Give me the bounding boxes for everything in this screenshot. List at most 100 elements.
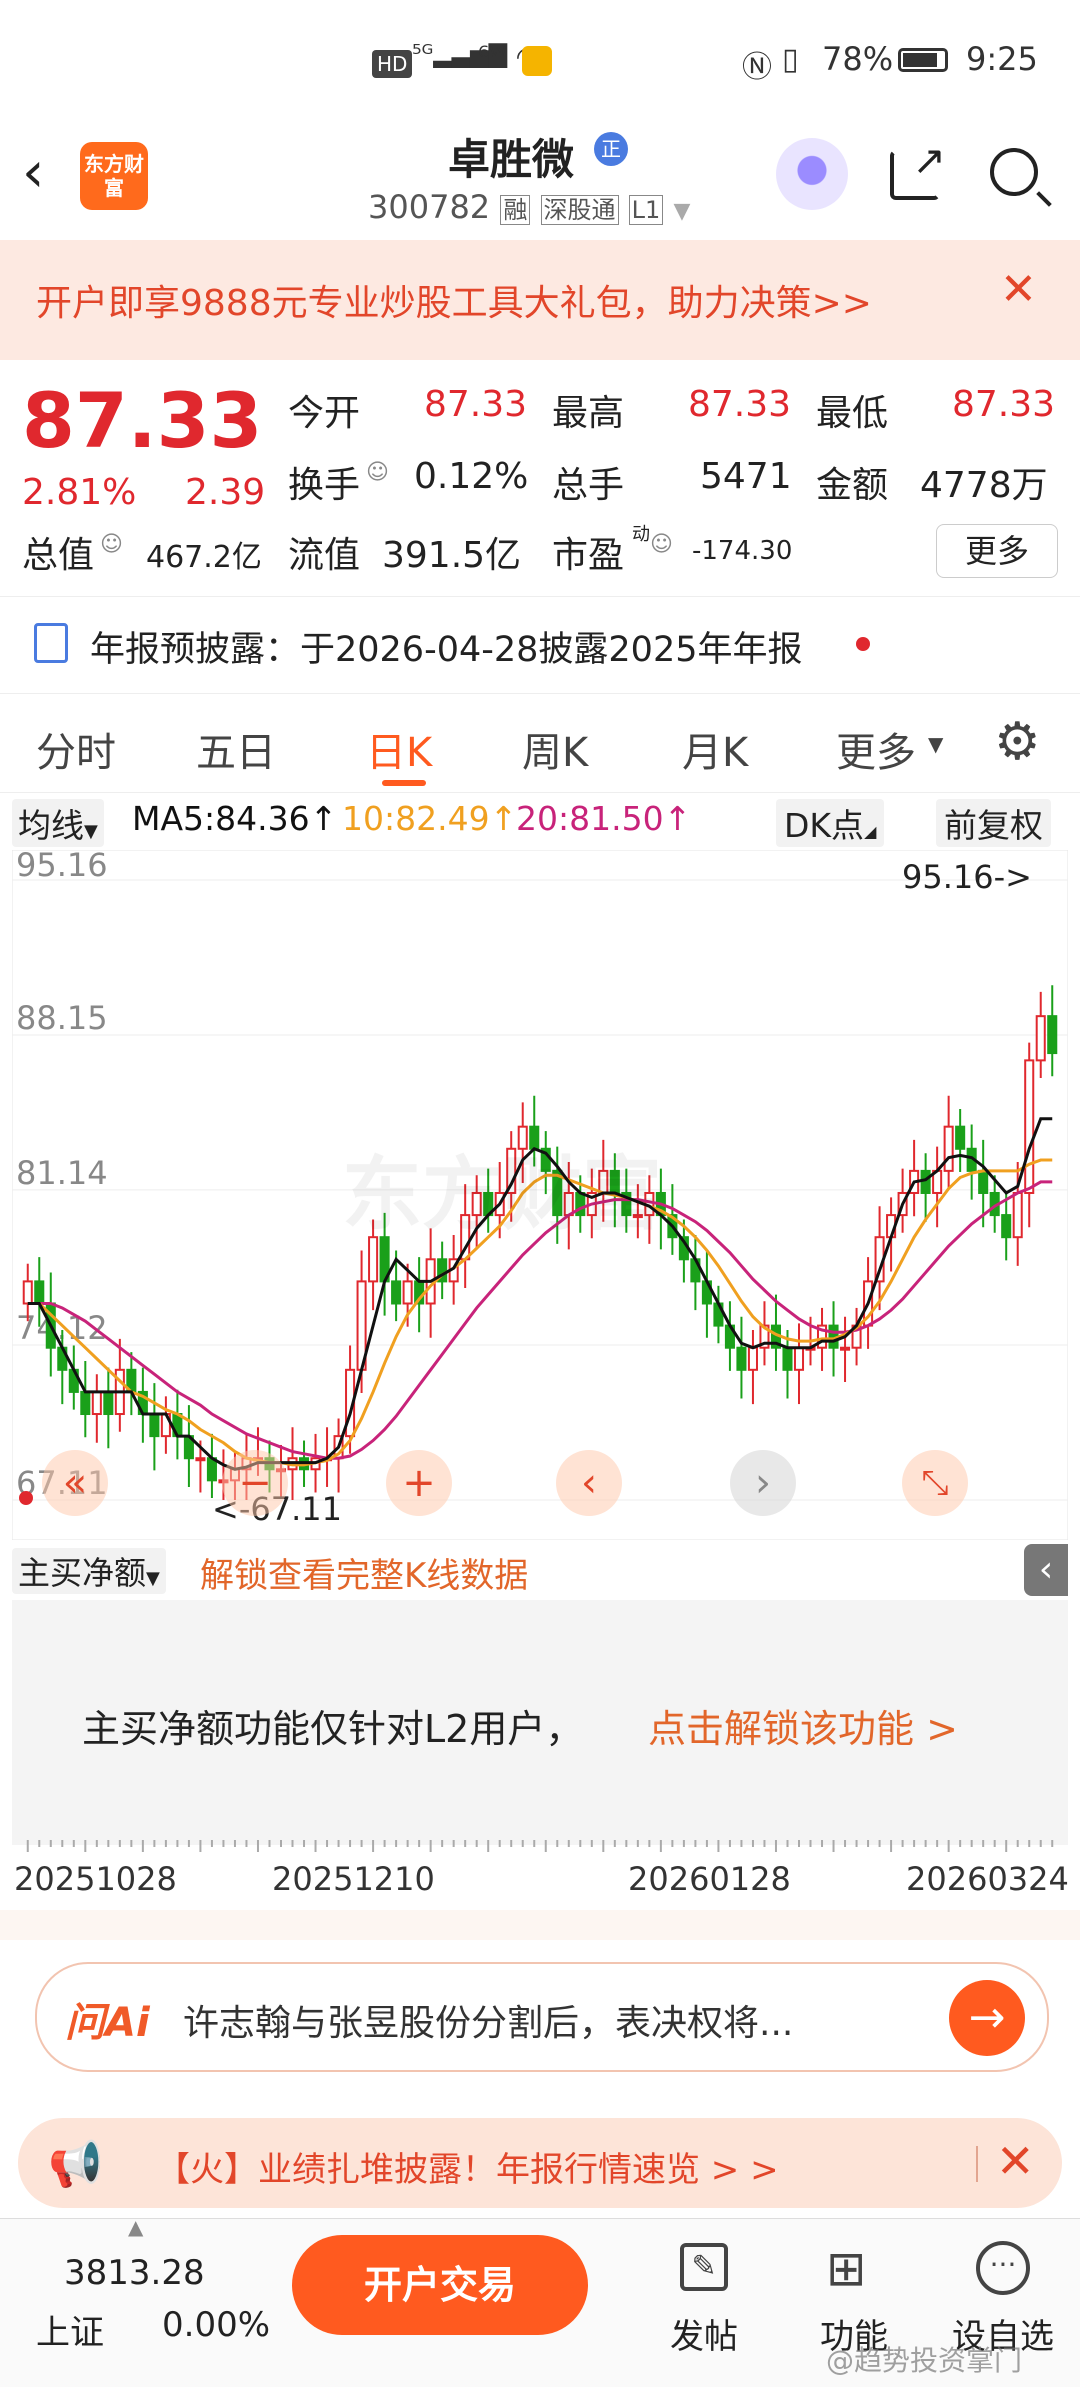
tab-zhouk[interactable]: 周K [522, 720, 588, 778]
candle-body [80, 1390, 91, 1416]
sub-indicator-bar: 主买净额▼ 解锁查看完整K线数据 ‹ [0, 1540, 1080, 1600]
close-icon[interactable]: ✕ [996, 2134, 1035, 2188]
tag-rong: 融 [500, 195, 531, 225]
back-icon[interactable]: ‹ [22, 140, 44, 205]
sub-selector[interactable]: 主买净额▼ [12, 1548, 166, 1594]
app-logo[interactable]: 东方财富 [80, 142, 148, 210]
megaphone-icon: 📢 [48, 2139, 103, 2190]
expand-up-icon[interactable]: ▲ [128, 2215, 143, 2239]
index-change[interactable]: 0.00% [162, 2305, 270, 2345]
bottom-bar: ▲ 3813.28 上证 0.00% 开户交易 ✎ 发帖 ⊞ 功能 ··· 设自… [0, 2215, 1080, 2387]
change-amt: 2.39 [185, 472, 266, 513]
info-icon[interactable]: ☺ [100, 532, 123, 557]
ma-selector[interactable]: 均线▼ [12, 799, 104, 847]
tab-wuri[interactable]: 五日 [196, 720, 276, 778]
gear-icon[interactable]: ⚙ [994, 712, 1041, 772]
float-label: 流值 [288, 535, 361, 576]
info-icon[interactable]: ☺ [650, 532, 673, 557]
grid-icon[interactable]: ⊞ [826, 2241, 866, 2297]
search-icon[interactable] [990, 148, 1052, 207]
tab-rik[interactable]: 日K [366, 720, 432, 778]
candle-body [793, 1346, 805, 1371]
lock-text: 主买净额功能仅针对L2用户， [82, 1707, 584, 1751]
more-button[interactable]: 更多 [936, 524, 1058, 578]
report-notice[interactable]: 年报预披露：于2026-04-28披露2025年年报 [0, 596, 1080, 694]
chevron-down-icon[interactable]: ▼ [673, 199, 690, 224]
notice-text[interactable]: 年报预披露：于2026-04-28披露2025年年报 [90, 621, 802, 672]
mcap-label: 总值 [22, 535, 95, 576]
left-icon[interactable]: ‹ [556, 1450, 622, 1516]
robot-avatar-icon[interactable] [776, 138, 848, 210]
plus-icon[interactable]: + [386, 1450, 452, 1516]
close-icon[interactable]: ✕ [1000, 264, 1037, 315]
candle-body [149, 1413, 160, 1438]
period-tabs: 分时 五日 日K 周K 月K 更多 ▼ ⚙ [0, 692, 1080, 793]
candle-body [34, 1280, 45, 1305]
candle-body [747, 1346, 758, 1371]
post-label[interactable]: 发帖 [670, 2309, 738, 2358]
info-icon[interactable]: ☺ [366, 460, 389, 485]
candle-body [402, 1280, 413, 1305]
date-tick: 20260324 [906, 1860, 1069, 1898]
stock-header: ‹ 东方财富 卓胜微 正 300782 融 深股通 L1 ▼ ↗ [0, 110, 1080, 240]
restore-button[interactable]: 前复权 [936, 799, 1051, 847]
candle-body [103, 1390, 114, 1416]
index-value[interactable]: 3813.28 [64, 2253, 205, 2293]
triangle-down-icon: ▼ [928, 732, 944, 756]
arrow-right-icon[interactable]: → [949, 1980, 1025, 2056]
watermark: 东方财富 [342, 1148, 662, 1241]
candle-body [920, 1169, 931, 1194]
hot-news-bar[interactable]: 📢 【火】业绩扎堆披露！年报行情速览 > > ✕ [18, 2118, 1062, 2208]
sub-selector-label[interactable]: 主买净额 [18, 1554, 146, 1592]
index-name[interactable]: 上证 [36, 2305, 104, 2354]
active-tab-indicator [382, 780, 426, 786]
double-left-icon[interactable]: « [42, 1450, 108, 1516]
section-divider [0, 1910, 1080, 1940]
unlock-link[interactable]: 解锁查看完整K线数据 [200, 1548, 528, 1597]
minus-icon[interactable]: − [222, 1450, 288, 1516]
ma5-value: MA5:84.36↑ [132, 799, 338, 838]
trade-button[interactable]: 开户交易 [292, 2235, 588, 2335]
ma-selector-label[interactable]: 均线 [18, 806, 84, 845]
stock-name: 卓胜微 [448, 135, 575, 184]
hot-news-text[interactable]: 【火】业绩扎堆披露！年报行情速览 > > [156, 2142, 779, 2191]
dk-button[interactable]: DK点◢ [776, 799, 885, 847]
tab-fenshi[interactable]: 分时 [36, 720, 116, 778]
edit-icon[interactable]: ✎ [680, 2243, 728, 2291]
candle-body [736, 1346, 747, 1371]
dk-label[interactable]: DK点 [784, 806, 864, 845]
candle-body [840, 1346, 851, 1351]
pe-superscript: 动 [632, 524, 650, 545]
collapse-left-icon[interactable]: ‹ [1024, 1544, 1068, 1596]
ma10-value: 10:82.49↑ [342, 799, 518, 838]
unlock-feature-link[interactable]: 点击解锁该功能 > [648, 1698, 958, 1753]
candle-body [1047, 1015, 1058, 1055]
candle-body [1001, 1214, 1012, 1239]
tab-more[interactable]: 更多 [836, 720, 916, 778]
share-icon[interactable]: ↗ [890, 138, 946, 200]
kline-chart[interactable]: 95.1688.1581.1474.1267.11 东方财富 95.16-> <… [12, 850, 1068, 1540]
ai-question-bar[interactable]: 问Ai 许志翰与张昱股份分割后，表决权将... → [35, 1962, 1049, 2072]
marker-dot [19, 1491, 33, 1505]
y-tick-label: 88.15 [16, 999, 108, 1037]
ai-text[interactable]: 许志翰与张昱股份分割后，表决权将... [183, 1994, 793, 2046]
right-icon[interactable]: › [730, 1450, 796, 1516]
low-label: 最低 [816, 393, 889, 434]
more-dots-icon[interactable]: ··· [976, 2241, 1030, 2295]
candle-body [22, 1280, 33, 1305]
candle-body [978, 1169, 989, 1194]
tab-yuek[interactable]: 月K [682, 720, 748, 778]
change-pct: 2.81% [22, 472, 137, 513]
stock-code-row: 300782 融 深股通 L1 ▼ [368, 188, 690, 226]
mcap-value: 467.2亿 [146, 540, 262, 575]
promo-banner[interactable]: 开户即享9888元专业炒股工具大礼包，助力决策>> ✕ [0, 240, 1080, 360]
expand-icon[interactable]: ⤡ [902, 1450, 968, 1516]
promo-text[interactable]: 开户即享9888元专业炒股工具大礼包，助力决策>> [36, 274, 872, 326]
candle-body [943, 1125, 954, 1172]
quote-panel: 87.33 2.81% 2.39 今开 87.33 最高 87.33 最低 87… [0, 360, 1080, 590]
hd-icon: HD [372, 50, 413, 78]
tag-level: L1 [628, 195, 664, 225]
low-value: 87.33 [952, 384, 1056, 425]
open-label: 今开 [288, 393, 361, 434]
battery-percent: 78% [822, 40, 894, 78]
